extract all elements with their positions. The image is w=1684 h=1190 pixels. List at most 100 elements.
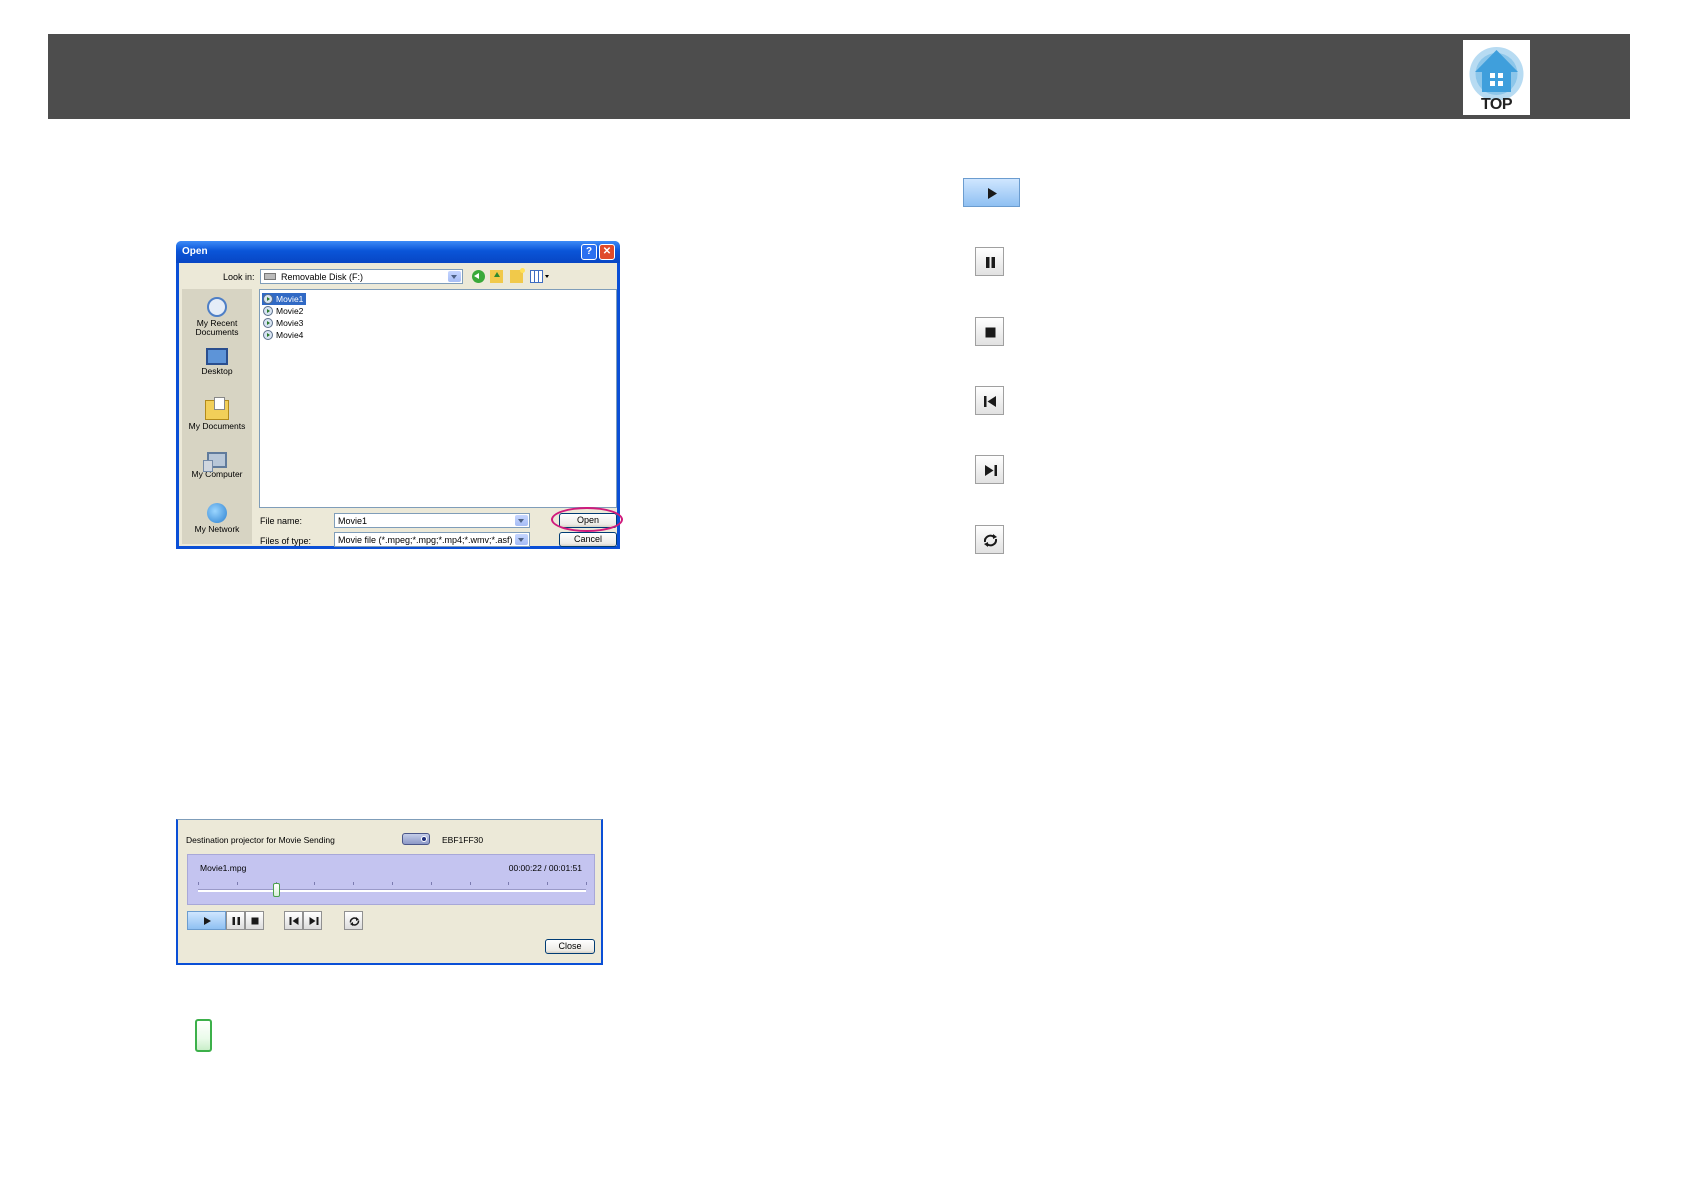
- files-of-type-value: Movie file (*.mpeg;*.mpg;*.mp4;*.wmv;*.a…: [338, 535, 513, 545]
- seek-tick: [508, 882, 510, 885]
- seek-slider-thumb-icon: [195, 1019, 212, 1052]
- movie-file-icon: [263, 294, 273, 304]
- place-label: Desktop: [201, 366, 233, 376]
- seek-tick: [430, 882, 432, 885]
- next-icon: [309, 917, 319, 925]
- look-in-label: Look in:: [223, 272, 255, 282]
- repeat-icon: [983, 534, 998, 547]
- movie-file-icon: [263, 306, 273, 316]
- place-label: My Network: [194, 524, 240, 534]
- place-my-network[interactable]: My Network: [182, 503, 252, 534]
- place-my-documents[interactable]: My Documents: [182, 397, 252, 431]
- recent-documents-icon: [207, 297, 227, 317]
- new-folder-icon[interactable]: [510, 268, 525, 283]
- top-label: TOP: [1480, 96, 1513, 113]
- movie-file-name: Movie1.mpg: [200, 863, 247, 873]
- repeat-icon: [349, 917, 360, 926]
- file-item-label: Movie2: [276, 306, 304, 316]
- cancel-button[interactable]: Cancel: [559, 532, 617, 547]
- track-panel: Movie1.mpg 00:00:22 / 00:01:51: [187, 854, 595, 905]
- previous-button[interactable]: [975, 386, 1004, 415]
- places-bar: My Recent Documents Desktop My Documents…: [182, 289, 252, 544]
- seek-tick: [198, 882, 199, 885]
- top-link-button[interactable]: TOP: [1463, 40, 1530, 115]
- repeat-button[interactable]: [975, 525, 1004, 554]
- place-my-computer[interactable]: My Computer: [182, 452, 252, 479]
- my-computer-icon: [203, 452, 227, 472]
- removable-disk-icon: [264, 273, 276, 280]
- up-folder-icon[interactable]: [490, 270, 503, 283]
- file-item[interactable]: Movie1: [262, 293, 307, 305]
- dialog-titlebar: Open ? ✕: [176, 241, 620, 263]
- playback-time: 00:00:22 / 00:01:51: [508, 863, 582, 873]
- destination-label: Destination projector for Movie Sending: [186, 835, 335, 845]
- file-item[interactable]: Movie2: [262, 305, 306, 317]
- projector-icon: [402, 833, 430, 845]
- destination-value: EBF1FF30: [442, 835, 484, 845]
- dialog-body: Look in: Removable Disk (F:) My Recent D…: [179, 263, 623, 547]
- pause-button[interactable]: [975, 247, 1004, 276]
- play-button[interactable]: [187, 911, 226, 930]
- file-name-input[interactable]: Movie1: [334, 513, 530, 528]
- close-icon[interactable]: ✕: [599, 244, 615, 260]
- file-name-label: File name:: [260, 516, 303, 526]
- next-button[interactable]: [303, 911, 322, 930]
- play-icon: [988, 188, 997, 199]
- stop-icon: [251, 917, 259, 925]
- views-menu-icon[interactable]: [530, 270, 550, 283]
- chevron-down-icon[interactable]: [515, 515, 528, 526]
- place-label: My Recent Documents: [195, 318, 239, 337]
- seek-bar[interactable]: [198, 882, 587, 892]
- home-icon: [1469, 47, 1524, 100]
- file-item-label: Movie3: [276, 318, 304, 328]
- look-in-value: Removable Disk (F:): [281, 272, 364, 282]
- seek-tick: [314, 882, 316, 885]
- seek-tick: [469, 882, 471, 885]
- pause-icon: [986, 257, 995, 268]
- dialog-title: Open: [182, 246, 208, 257]
- place-label: My Documents: [188, 421, 246, 431]
- pause-icon: [232, 917, 240, 925]
- stop-button[interactable]: [975, 317, 1004, 346]
- place-desktop[interactable]: Desktop: [182, 348, 252, 376]
- previous-icon: [289, 917, 299, 925]
- open-file-dialog: Open ? ✕ Look in: Removable Disk (F:) My…: [176, 241, 623, 549]
- movie-sending-window: Destination projector for Movie Sending …: [176, 819, 603, 965]
- seek-tick: [353, 882, 355, 885]
- files-of-type-select[interactable]: Movie file (*.mpeg;*.mpg;*.mp4;*.wmv;*.a…: [334, 532, 530, 547]
- file-item-label: Movie1: [276, 294, 304, 304]
- files-of-type-label: Files of type:: [260, 536, 312, 546]
- previous-button[interactable]: [284, 911, 303, 930]
- repeat-button[interactable]: [344, 911, 363, 930]
- movie-file-icon: [263, 330, 273, 340]
- next-button[interactable]: [975, 455, 1004, 484]
- my-network-icon: [207, 503, 227, 523]
- play-button[interactable]: [963, 178, 1020, 207]
- movie-file-icon: [263, 318, 273, 328]
- file-item[interactable]: Movie4: [262, 329, 306, 341]
- seek-tick: [236, 882, 238, 885]
- header-bar: [48, 34, 1630, 119]
- chevron-down-icon[interactable]: [515, 534, 528, 545]
- my-documents-icon: [205, 397, 229, 420]
- pause-button[interactable]: [226, 911, 245, 930]
- seek-tick: [586, 882, 587, 885]
- seek-tick: [392, 882, 393, 885]
- file-item[interactable]: Movie3: [262, 317, 306, 329]
- open-button[interactable]: Open: [559, 513, 617, 528]
- place-my-recent-documents[interactable]: My Recent Documents: [182, 297, 252, 337]
- desktop-icon: [206, 348, 228, 365]
- file-name-value: Movie1: [338, 516, 368, 526]
- chevron-down-icon[interactable]: [448, 271, 461, 282]
- seek-slider-thumb[interactable]: [272, 883, 280, 897]
- help-button[interactable]: ?: [581, 244, 597, 260]
- play-icon: [204, 917, 211, 925]
- back-icon[interactable]: [472, 270, 485, 283]
- next-icon: [985, 465, 997, 476]
- file-item-label: Movie4: [276, 330, 304, 340]
- stop-button[interactable]: [245, 911, 264, 930]
- previous-icon: [984, 396, 996, 407]
- file-list[interactable]: Movie1 Movie2 Movie3 Movie4: [259, 289, 617, 508]
- look-in-select[interactable]: Removable Disk (F:): [260, 269, 463, 284]
- close-button[interactable]: Close: [545, 939, 595, 954]
